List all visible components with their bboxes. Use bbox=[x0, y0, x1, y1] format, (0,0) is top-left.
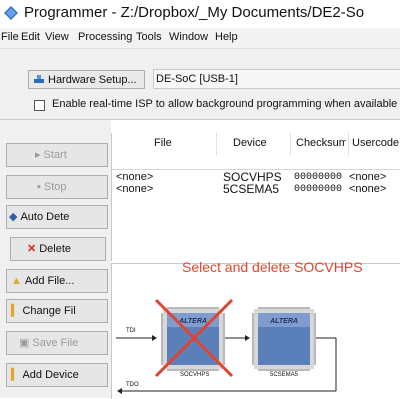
save-file-button[interactable]: ▣ Save File bbox=[6, 331, 108, 355]
row2-device: 5CSEMA5 bbox=[223, 182, 280, 196]
column-separator bbox=[216, 133, 217, 155]
quartus-app-icon bbox=[4, 6, 18, 20]
tdi-label: TDI bbox=[126, 328, 136, 334]
row2-usercode: <none> bbox=[349, 183, 387, 195]
chip1-logo: ALTERA bbox=[178, 318, 207, 325]
menu-processing[interactable]: Processing bbox=[78, 31, 132, 43]
save-file-label: Save File bbox=[32, 337, 79, 349]
jtag-chain-diagram: ALTERA ALTERA TDI TDO SOCVHPS 5CSEMA5 bbox=[111, 263, 400, 399]
hardware-device-name: DE-SoC [USB-1] bbox=[156, 73, 238, 85]
add-device-icon: ▍ bbox=[11, 369, 20, 381]
annotation-text: Select and delete SOCVHPS bbox=[182, 259, 363, 275]
side-button-panel: ▸ Start ▪ Stop ◆ Auto Dete ✕ Delete ▲ Add Fil… bbox=[0, 120, 111, 398]
hardware-setup-label: Hardware Setup... bbox=[48, 74, 137, 86]
column-separator bbox=[348, 133, 349, 155]
stop-icon: ▪ bbox=[37, 181, 41, 193]
row2-file: <none> bbox=[116, 183, 154, 195]
stop-label: Stop bbox=[43, 181, 67, 193]
hardware-panel: Hardware Setup... DE-SoC [USB-1] Enable … bbox=[0, 49, 400, 120]
auto-detect-button[interactable]: ◆ Auto Dete bbox=[6, 205, 108, 229]
column-header-checksum[interactable]: Checksum bbox=[296, 137, 346, 149]
add-file-icon: ▲ bbox=[11, 275, 22, 287]
change-file-button[interactable]: ▍ Change Fil bbox=[6, 299, 108, 323]
menu-help[interactable]: Help bbox=[215, 31, 238, 43]
row1-checksum: 00000000 bbox=[294, 172, 343, 183]
tdo-label: TDO bbox=[126, 382, 139, 388]
menu-file[interactable]: File bbox=[1, 31, 19, 43]
column-header-usercode[interactable]: Usercode bbox=[352, 137, 399, 149]
title-bar: Programmer - Z:/Dropbox/_My Documents/DE… bbox=[0, 0, 400, 28]
jtag-chain-graphic: ALTERA ALTERA bbox=[116, 298, 337, 394]
delete-button[interactable]: ✕ Delete bbox=[10, 237, 106, 261]
menu-view[interactable]: View bbox=[45, 31, 69, 43]
delete-label: Delete bbox=[39, 243, 72, 255]
add-file-button[interactable]: ▲ Add File... bbox=[6, 269, 108, 293]
change-file-icon: ▍ bbox=[11, 305, 20, 317]
column-header-device[interactable]: Device bbox=[233, 137, 267, 149]
start-button[interactable]: ▸ Start bbox=[6, 143, 108, 167]
chip1-label: SOCVHPS bbox=[180, 372, 210, 378]
column-header-file[interactable]: File bbox=[154, 137, 172, 149]
chip2-label: 5CSEMA5 bbox=[270, 372, 299, 378]
start-icon: ▸ bbox=[35, 149, 41, 161]
start-label: Start bbox=[43, 149, 67, 161]
change-file-label: Change Fil bbox=[22, 305, 76, 317]
window-title: Programmer - Z:/Dropbox/_My Documents/DE… bbox=[24, 4, 365, 21]
add-file-label: Add File... bbox=[24, 275, 75, 287]
stop-button[interactable]: ▪ Stop bbox=[6, 175, 108, 199]
row2-checksum: 00000000 bbox=[294, 184, 343, 195]
menu-edit[interactable]: Edit bbox=[21, 31, 40, 43]
menu-tools[interactable]: Tools bbox=[136, 31, 162, 43]
column-separator bbox=[290, 133, 291, 155]
save-icon: ▣ bbox=[19, 337, 30, 349]
add-device-button[interactable]: ▍ Add Device bbox=[6, 363, 108, 387]
hardware-icon bbox=[34, 75, 44, 83]
menu-window[interactable]: Window bbox=[169, 31, 208, 43]
chip2-logo: ALTERA bbox=[269, 318, 298, 325]
chip-5csema5[interactable]: ALTERA bbox=[252, 307, 316, 371]
hardware-setup-button[interactable]: Hardware Setup... bbox=[28, 70, 145, 89]
isp-checkbox[interactable] bbox=[34, 100, 45, 111]
isp-checkbox-label: Enable real-time ISP to allow background… bbox=[52, 98, 398, 110]
device-table: File Device Checksum Usercode <none> SOC… bbox=[111, 133, 400, 261]
row1-file: <none> bbox=[116, 171, 154, 183]
delete-icon: ✕ bbox=[27, 243, 37, 255]
add-device-label: Add Device bbox=[22, 369, 79, 381]
row1-usercode: <none> bbox=[349, 171, 387, 183]
auto-detect-icon: ◆ bbox=[9, 211, 18, 223]
auto-detect-label: Auto Dete bbox=[20, 211, 70, 223]
menu-bar: File Edit View Processing Tools Window H… bbox=[0, 28, 400, 49]
